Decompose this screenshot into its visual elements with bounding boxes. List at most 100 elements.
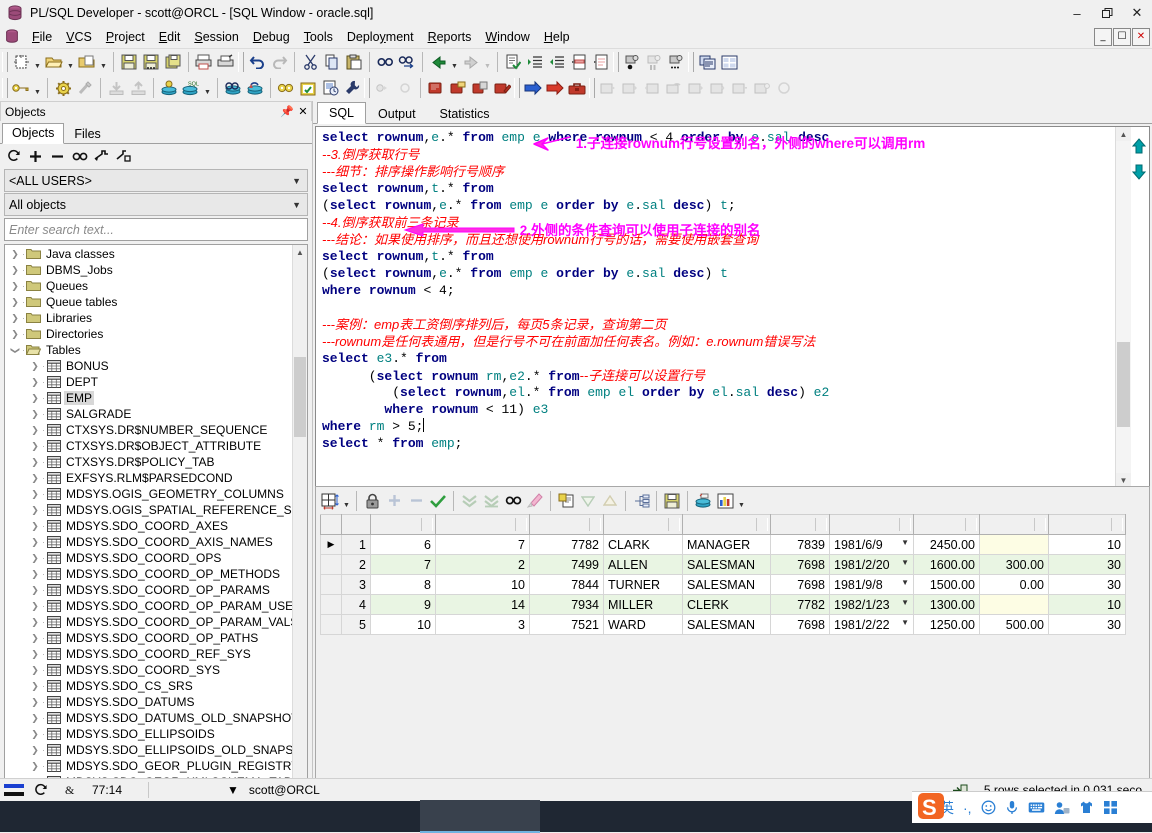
tree-item[interactable]: ❯ · Java classes [5,246,293,262]
chevron-down-icon[interactable]: ▼ [219,780,247,800]
cell-ename[interactable]: ALLEN [603,554,683,575]
row-marker[interactable]: ▶ [320,534,342,555]
next-icon[interactable] [460,51,482,73]
toolbar2-grip3[interactable] [514,78,520,98]
tree-item[interactable]: ❯ · Libraries [5,310,293,326]
chevron-right-icon[interactable]: ❯ [29,665,41,676]
menu-project[interactable]: Project [99,28,152,46]
cell-sal[interactable]: 1500.00 [913,574,980,595]
tree-item[interactable]: ❯ · MDSYS.SDO_COORD_OP_METHODS [5,566,293,582]
cell-ename[interactable]: TURNER [603,574,683,595]
find-icon[interactable] [70,147,89,166]
code-line[interactable]: (select rownum,e.* from emp e order by e… [316,265,1115,282]
breakpoint-icon[interactable] [425,77,447,99]
column-header-deptno[interactable] [1048,514,1126,535]
cell-deptno[interactable]: 30 [1048,574,1126,595]
cell-rm[interactable]: 8 [370,574,436,595]
tree-item[interactable]: ❯ · SALGRADE [5,406,293,422]
tree-item[interactable]: ❯ · CTXSYS.DR$NUMBER_SEQUENCE [5,422,293,438]
ime-mic-icon[interactable] [1005,800,1019,815]
open-file-icon[interactable] [43,51,65,73]
fetch-next-icon[interactable] [458,490,480,512]
nav9-icon[interactable] [773,77,795,99]
find-next-icon[interactable] [396,51,418,73]
check-syntax-icon[interactable] [502,51,524,73]
code-line[interactable]: select rownum,t.* from [316,180,1115,197]
taskbar-item-2[interactable] [540,801,660,832]
cell-empno[interactable]: 7499 [529,554,604,575]
table-row[interactable]: 3 8 10 7844 TURNER SALESMAN 7698 1981/9/8 ▼ 1500.… [320,574,1126,595]
chevron-right-icon[interactable]: ❯ [29,649,41,660]
toolbox-icon[interactable] [566,77,588,99]
cell-job[interactable]: SALESMAN [682,554,771,575]
sql-code[interactable]: select rownum,e.* from emp e where rownu… [316,129,1115,487]
menu-vcs[interactable]: VCS [59,28,99,46]
cell-mgr[interactable]: 7698 [770,614,830,635]
cell-deptno[interactable]: 30 [1048,614,1126,635]
tree-item[interactable]: ❯ · DBMS_Jobs [5,262,293,278]
chevron-right-icon[interactable]: ❯ [9,265,21,276]
column-header-mgr[interactable] [770,514,830,535]
editor-scrollbar-thumb[interactable] [1117,342,1130,427]
menu-deployment[interactable]: Deployment [340,28,421,46]
nav-down-icon[interactable] [1130,163,1148,181]
close-icon[interactable]: ✕ [295,104,311,120]
nav7-icon[interactable] [729,77,751,99]
chevron-right-icon[interactable]: ❯ [9,297,21,308]
code-line[interactable]: where rownum < 11) e3 [316,401,1115,418]
cell-hiredate[interactable]: 1981/9/8 ▼ [829,574,914,595]
refresh-icon[interactable] [4,147,23,166]
cell-comm[interactable]: 500.00 [979,614,1049,635]
new-sql-window-icon[interactable] [158,77,180,99]
chevron-right-icon[interactable]: ❯ [29,393,41,404]
cell-job[interactable]: SALESMAN [682,574,771,595]
sql-window-icon[interactable]: SQL [180,77,202,99]
cell-ename[interactable]: WARD [603,614,683,635]
chevron-right-icon[interactable]: ❯ [29,681,41,692]
tree-item[interactable]: ❯ · MDSYS.SDO_COORD_OP_PARAMS [5,582,293,598]
row-marker[interactable] [320,594,342,615]
export-icon[interactable] [692,490,714,512]
tree-item[interactable]: ❯ · Queue tables [5,294,293,310]
tree-item[interactable]: ❯ · CTXSYS.DR$POLICY_TAB [5,454,293,470]
code-line[interactable] [316,299,1115,316]
execute-red-icon[interactable] [544,77,566,99]
taskbar-item-active[interactable] [420,800,540,833]
cell-hiredate[interactable]: 1982/1/23 ▼ [829,594,914,615]
test-window-icon[interactable] [222,77,244,99]
tree-item[interactable]: ❯ · CTXSYS.DR$OBJECT_ATTRIBUTE [5,438,293,454]
cell-ename[interactable]: CLARK [603,534,683,555]
session-gear-icon[interactable] [52,77,74,99]
ime-keyboard-icon[interactable] [1028,801,1045,814]
close-button[interactable]: ✕ [1122,0,1152,26]
tab-objects[interactable]: Objects [2,123,65,144]
cut-icon[interactable] [299,51,321,73]
previous-dropdown[interactable]: ▼ [449,48,460,76]
code-line[interactable]: ---rownum是任何表通用，但是行号不可在前面加任何表名。例如：e.rown… [316,333,1115,350]
grid-size-icon[interactable] [319,490,341,512]
next-dropdown[interactable]: ▼ [482,48,493,76]
cell-hiredate[interactable]: 1981/2/20 ▼ [829,554,914,575]
toolbar2-grip4[interactable] [589,78,595,98]
table-row[interactable]: 2 7 2 7499 ALLEN SALESMAN 7698 1981/2/20 ▼ 1600.0… [320,554,1126,575]
code-line[interactable]: where rm > 5; [316,418,1115,435]
cell-rm[interactable]: 6 [370,534,436,555]
post-changes-icon[interactable] [427,490,449,512]
tree-item[interactable]: ❯ · MDSYS.SDO_COORD_OP_PARAM_VALS [5,614,293,630]
tree-item[interactable]: ❯ · EMP [5,390,293,406]
toolbar-grip[interactable] [2,52,8,72]
copy-to-clipboard-icon[interactable] [555,490,577,512]
nav-up-icon[interactable] [1130,137,1148,155]
cell-rm[interactable]: 10 [370,614,436,635]
tree-item[interactable]: ❯ · MDSYS.OGIS_GEOMETRY_COLUMNS [5,486,293,502]
explain-plan-icon[interactable] [275,77,297,99]
table-row[interactable]: 4 9 14 7934 MILLER CLERK 7782 1982/1/23 ▼ 1300.00… [320,594,1126,615]
explain-icon[interactable] [630,490,652,512]
scroll-down-icon[interactable]: ▼ [1116,473,1131,487]
export-icon[interactable] [127,77,149,99]
chevron-right-icon[interactable]: ❯ [29,553,41,564]
tree-item[interactable]: ❯ · MDSYS.SDO_COORD_AXIS_NAMES [5,534,293,550]
cell-rownum[interactable]: 10 [435,574,530,595]
code-line[interactable]: select * from emp; [316,435,1115,452]
step-over-icon[interactable] [372,77,394,99]
